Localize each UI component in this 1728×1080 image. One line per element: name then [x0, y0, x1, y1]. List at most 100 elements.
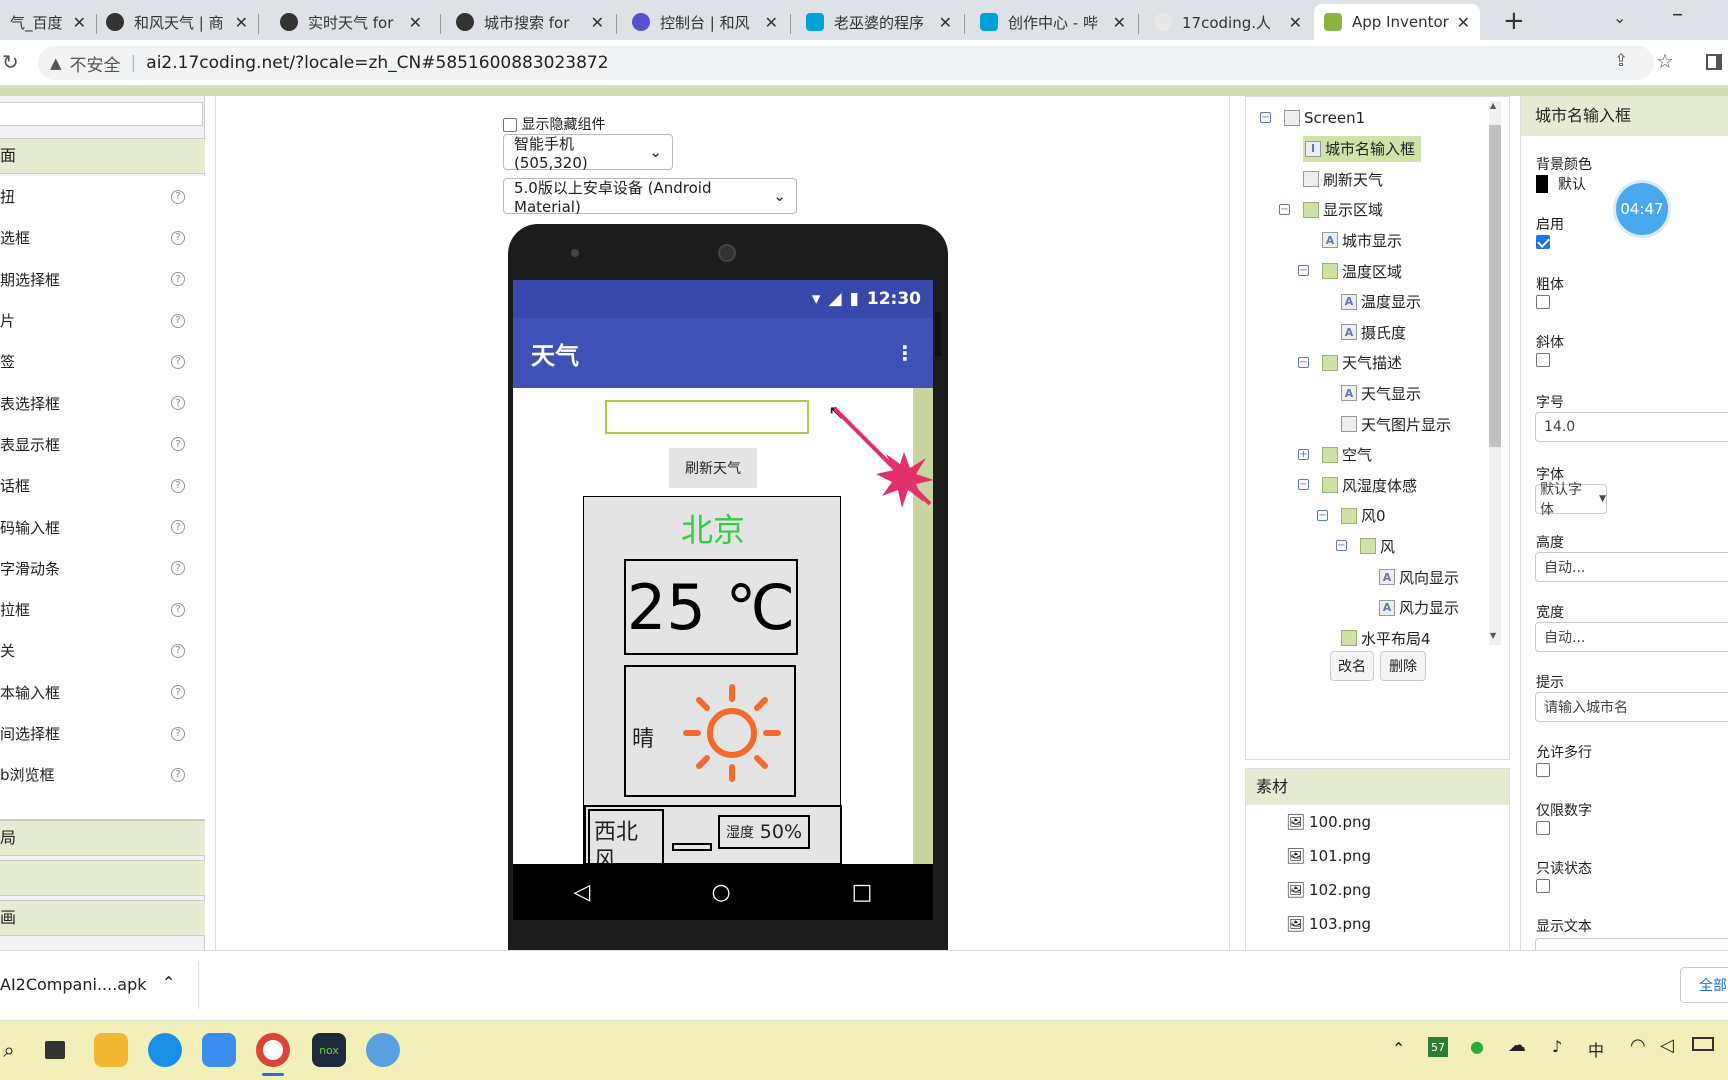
tree-node[interactable]: A 温度显示: [1341, 289, 1421, 315]
wifi-icon[interactable]: ◠: [1630, 1035, 1646, 1056]
palette-item[interactable]: 签?: [0, 341, 205, 382]
numbers-only-checkbox[interactable]: [1536, 821, 1550, 835]
italic-checkbox[interactable]: [1536, 353, 1550, 367]
close-icon[interactable]: ✕: [939, 13, 952, 32]
help-icon[interactable]: ?: [171, 685, 185, 700]
wechat-icon[interactable]: ●: [1470, 1037, 1484, 1056]
delete-button[interactable]: 删除: [1380, 651, 1426, 681]
rename-button[interactable]: 改名: [1330, 651, 1374, 681]
palette-item[interactable]: 关?: [0, 630, 205, 671]
tree-scroll-thumb[interactable]: [1489, 125, 1501, 447]
tree-node[interactable]: Screen1: [1284, 105, 1365, 131]
enabled-checkbox[interactable]: [1536, 235, 1550, 249]
palette-item[interactable]: 期选择框?: [0, 259, 205, 300]
new-tab-icon[interactable]: +: [1503, 6, 1525, 36]
tree-node[interactable]: 显示区域: [1303, 197, 1383, 223]
help-icon[interactable]: ?: [171, 478, 185, 493]
browser-tab-0[interactable]: 气_百度 ✕: [0, 4, 96, 40]
tree-node[interactable]: A 天气显示: [1341, 380, 1421, 406]
browser-tab-2[interactable]: 实时天气 for ✕: [270, 4, 432, 40]
help-icon[interactable]: ?: [171, 313, 185, 328]
help-icon[interactable]: ?: [171, 396, 185, 411]
volume-icon[interactable]: ◁: [1660, 1035, 1674, 1056]
help-icon[interactable]: ?: [171, 354, 185, 369]
scroll-up-icon[interactable]: ▲: [1490, 101, 1496, 110]
collapse-icon[interactable]: −: [1298, 479, 1309, 491]
tree-node[interactable]: 天气描述: [1322, 350, 1402, 376]
sidebar-icon[interactable]: [1706, 54, 1722, 70]
tree-node[interactable]: 风: [1360, 533, 1395, 559]
edge-icon[interactable]: [148, 1033, 182, 1067]
file-explorer-icon[interactable]: [94, 1033, 128, 1067]
tray-app-icon[interactable]: 57: [1428, 1037, 1448, 1057]
tree-node[interactable]: 刷新天气: [1303, 166, 1383, 192]
hint-input[interactable]: 请输入城市名: [1535, 692, 1728, 722]
collapse-icon[interactable]: −: [1298, 356, 1309, 368]
minimize-icon[interactable]: –: [1672, 2, 1683, 27]
help-icon[interactable]: ?: [171, 561, 185, 576]
browser-tab-active[interactable]: App Inventor ✕: [1314, 4, 1480, 40]
help-icon[interactable]: ?: [171, 230, 185, 245]
close-icon[interactable]: ✕: [235, 13, 248, 32]
browser-tab-3[interactable]: 城市搜索 for ✕: [446, 4, 614, 40]
theme-select[interactable]: 5.0版以上安卓设备 (Android Material) ⌄: [503, 178, 797, 216]
download-file[interactable]: AI2Compani....apk: [0, 975, 147, 994]
help-icon[interactable]: ?: [171, 272, 185, 287]
help-icon[interactable]: ?: [171, 643, 185, 658]
tree-node[interactable]: 温度区域: [1322, 258, 1402, 284]
collapse-icon[interactable]: −: [1279, 203, 1290, 215]
fontsize-input[interactable]: 14.0: [1535, 412, 1728, 442]
tree-node[interactable]: I 城市名输入框: [1303, 135, 1422, 162]
collapse-icon[interactable]: −: [1317, 509, 1328, 521]
palette-item[interactable]: b浏览框?: [0, 754, 205, 795]
tree-node[interactable]: A 风力显示: [1379, 595, 1459, 621]
readonly-checkbox[interactable]: [1536, 879, 1550, 893]
palette-item[interactable]: 表选择框?: [0, 382, 205, 423]
media-file[interactable]: 🖼 103.png: [1246, 907, 1509, 941]
media-file[interactable]: 🖼 100.png: [1246, 805, 1509, 839]
bg-color-picker[interactable]: 默认: [1536, 174, 1586, 194]
battery-icon[interactable]: [1692, 1037, 1714, 1051]
width-input[interactable]: 自动...: [1535, 622, 1728, 652]
palette-item[interactable]: 码输入框?: [0, 506, 205, 547]
palette-section-ui[interactable]: 面: [0, 138, 205, 174]
height-input[interactable]: 自动...: [1535, 552, 1728, 582]
tree-node[interactable]: A 摄氏度: [1341, 319, 1406, 345]
share-icon[interactable]: ⇪: [1614, 51, 1628, 71]
palette-item[interactable]: 表显示框?: [0, 424, 205, 465]
browser-tab-1[interactable]: 和风天气 | 商 ✕: [96, 4, 258, 40]
collapse-icon[interactable]: −: [1336, 540, 1347, 552]
microphone-icon[interactable]: ♪: [1552, 1037, 1562, 1056]
tree-node[interactable]: 风湿度体感: [1322, 472, 1417, 498]
palette-item[interactable]: 片?: [0, 300, 205, 341]
font-select[interactable]: 默认字体 ▼: [1535, 482, 1607, 518]
tree-node[interactable]: 风0: [1341, 503, 1386, 529]
palette-item[interactable]: 选框?: [0, 217, 205, 258]
show-hidden-checkbox[interactable]: [503, 118, 517, 132]
help-icon[interactable]: ?: [171, 726, 185, 741]
palette-item[interactable]: 拉框?: [0, 589, 205, 630]
help-icon[interactable]: ?: [171, 189, 185, 204]
tree-node[interactable]: 天气图片显示: [1341, 411, 1451, 437]
ime-icon[interactable]: 中: [1588, 1037, 1604, 1061]
timer-bubble[interactable]: 04:47: [1613, 180, 1671, 238]
refresh-button-preview[interactable]: 刷新天气: [669, 448, 757, 488]
tree-node[interactable]: A 风向显示: [1379, 564, 1459, 590]
palette-item[interactable]: 字滑动条?: [0, 548, 205, 589]
chrome-icon[interactable]: [256, 1033, 290, 1067]
help-icon[interactable]: ?: [171, 767, 185, 782]
bold-checkbox[interactable]: [1536, 295, 1550, 309]
chevron-up-icon[interactable]: ⌃: [162, 973, 175, 992]
tree-node[interactable]: 空气: [1322, 442, 1372, 468]
help-icon[interactable]: ?: [171, 520, 185, 535]
tree-scrollbar[interactable]: ▲ ▼: [1489, 101, 1501, 645]
paint-icon[interactable]: [366, 1033, 400, 1067]
device-size-select[interactable]: 智能手机 (505,320) ⌄: [503, 134, 673, 172]
chevron-down-icon[interactable]: ⌄: [1613, 8, 1626, 27]
nox-icon[interactable]: nox: [312, 1033, 346, 1067]
star-icon[interactable]: ☆: [1656, 49, 1674, 73]
show-all-downloads-button[interactable]: 全部: [1680, 967, 1728, 1003]
palette-item[interactable]: 本输入框?: [0, 672, 205, 713]
media-file[interactable]: 🖼 101.png: [1246, 839, 1509, 873]
close-icon[interactable]: ✕: [591, 13, 604, 32]
